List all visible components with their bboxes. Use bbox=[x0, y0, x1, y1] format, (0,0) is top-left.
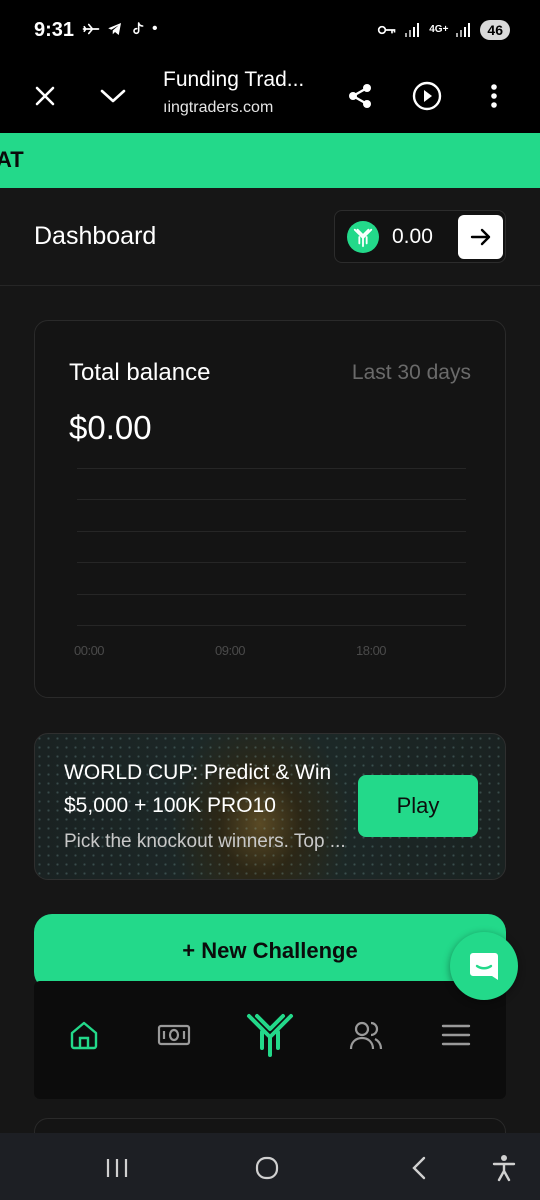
range-selector[interactable]: Last 30 days bbox=[352, 361, 471, 385]
status-bar: 9:31 • 4G+ 46 bbox=[0, 0, 540, 60]
page-title: Funding Trad... bbox=[163, 68, 305, 91]
more-options-button[interactable] bbox=[472, 74, 516, 118]
lower-card bbox=[34, 1118, 506, 1133]
promo-card[interactable]: WORLD CUP: Predict & Win $5,000 + 100K P… bbox=[34, 733, 506, 880]
x-tick-label: 18:00 bbox=[356, 643, 387, 658]
telegram-icon bbox=[108, 23, 121, 35]
promo-headline: WORLD CUP: Predict & Win bbox=[64, 761, 332, 784]
bottom-navigation bbox=[34, 981, 506, 1099]
announcement-banner[interactable]: AT bbox=[0, 133, 540, 188]
banner-text: AT bbox=[0, 147, 24, 172]
nav-logo[interactable] bbox=[245, 1013, 295, 1057]
chart-gridline bbox=[77, 594, 466, 595]
back-button[interactable] bbox=[402, 1151, 436, 1185]
x-tick-label: 09:00 bbox=[215, 643, 246, 658]
dashboard-page: Dashboard 0.00 Total balance Last 30 day… bbox=[0, 188, 540, 1133]
nav-payouts[interactable] bbox=[149, 1013, 199, 1057]
balance-title: Total balance bbox=[69, 359, 211, 386]
coin-icon bbox=[347, 221, 379, 253]
logo-icon bbox=[247, 1014, 293, 1057]
chart-gridline bbox=[77, 468, 466, 469]
accessibility-button[interactable] bbox=[487, 1151, 521, 1185]
promo-description: Pick the knockout winners. Top ... bbox=[64, 831, 346, 852]
share-icon bbox=[349, 84, 371, 108]
chart-gridline bbox=[77, 562, 466, 563]
close-tab-button[interactable] bbox=[23, 74, 67, 118]
nav-community[interactable] bbox=[341, 1013, 391, 1057]
header-divider bbox=[0, 285, 540, 286]
close-icon bbox=[35, 86, 55, 106]
accessibility-icon bbox=[492, 1155, 516, 1182]
x-tick-label: 00:00 bbox=[74, 643, 105, 658]
battery-level: 46 bbox=[480, 20, 510, 40]
promo-prize: $5,000 + 100K PRO10 bbox=[64, 794, 276, 817]
signal-icon-2 bbox=[456, 23, 471, 37]
recent-apps-icon bbox=[106, 1159, 128, 1177]
system-status: 4G+ 46 bbox=[377, 20, 510, 40]
home-system-button[interactable] bbox=[250, 1151, 284, 1185]
balance-card: Total balance Last 30 days $0.00 00:00 0… bbox=[34, 320, 506, 698]
share-button[interactable] bbox=[338, 74, 382, 118]
minimize-button[interactable] bbox=[91, 74, 135, 118]
back-icon bbox=[412, 1156, 426, 1180]
more-notifications-dot: • bbox=[152, 20, 158, 37]
page-url[interactable]: ıingtraders.com bbox=[163, 99, 273, 117]
dashboard-title: Dashboard bbox=[34, 222, 157, 250]
chart-gridline bbox=[77, 625, 466, 626]
home-icon bbox=[70, 1021, 98, 1050]
play-circle-icon bbox=[412, 81, 442, 111]
wallet-widget: 0.00 bbox=[334, 210, 506, 263]
chart-gridline bbox=[77, 499, 466, 500]
notification-icons: • bbox=[82, 20, 158, 38]
wallet-balance: 0.00 bbox=[392, 225, 433, 248]
nav-home[interactable] bbox=[59, 1013, 109, 1057]
play-button[interactable]: Play bbox=[358, 775, 478, 837]
chat-icon bbox=[470, 953, 498, 980]
more-vertical-icon bbox=[491, 84, 497, 108]
signal-icon bbox=[405, 23, 420, 37]
home-circle-icon bbox=[255, 1156, 279, 1180]
chat-support-button[interactable] bbox=[450, 932, 518, 1000]
browser-toolbar: Funding Trad... ıingtraders.com bbox=[0, 60, 540, 133]
users-icon bbox=[349, 1021, 383, 1050]
network-type: 4G+ bbox=[429, 24, 449, 35]
chart-gridline bbox=[77, 531, 466, 532]
cash-icon bbox=[157, 1024, 191, 1046]
recent-apps-button[interactable] bbox=[100, 1151, 134, 1185]
wallet-arrow-button[interactable] bbox=[458, 215, 503, 259]
chevron-down-icon bbox=[100, 89, 126, 103]
nav-menu[interactable] bbox=[431, 1013, 481, 1057]
plane-icon bbox=[82, 23, 100, 35]
tiktok-icon bbox=[133, 22, 144, 35]
arrow-right-icon bbox=[470, 228, 490, 246]
system-navigation-bar bbox=[0, 1133, 540, 1200]
new-challenge-button[interactable]: + New Challenge bbox=[34, 914, 506, 990]
play-media-button[interactable] bbox=[405, 74, 449, 118]
status-time: 9:31 bbox=[34, 19, 75, 41]
balance-value: $0.00 bbox=[69, 409, 152, 446]
vpn-key-icon bbox=[378, 25, 396, 35]
menu-icon bbox=[441, 1024, 471, 1046]
